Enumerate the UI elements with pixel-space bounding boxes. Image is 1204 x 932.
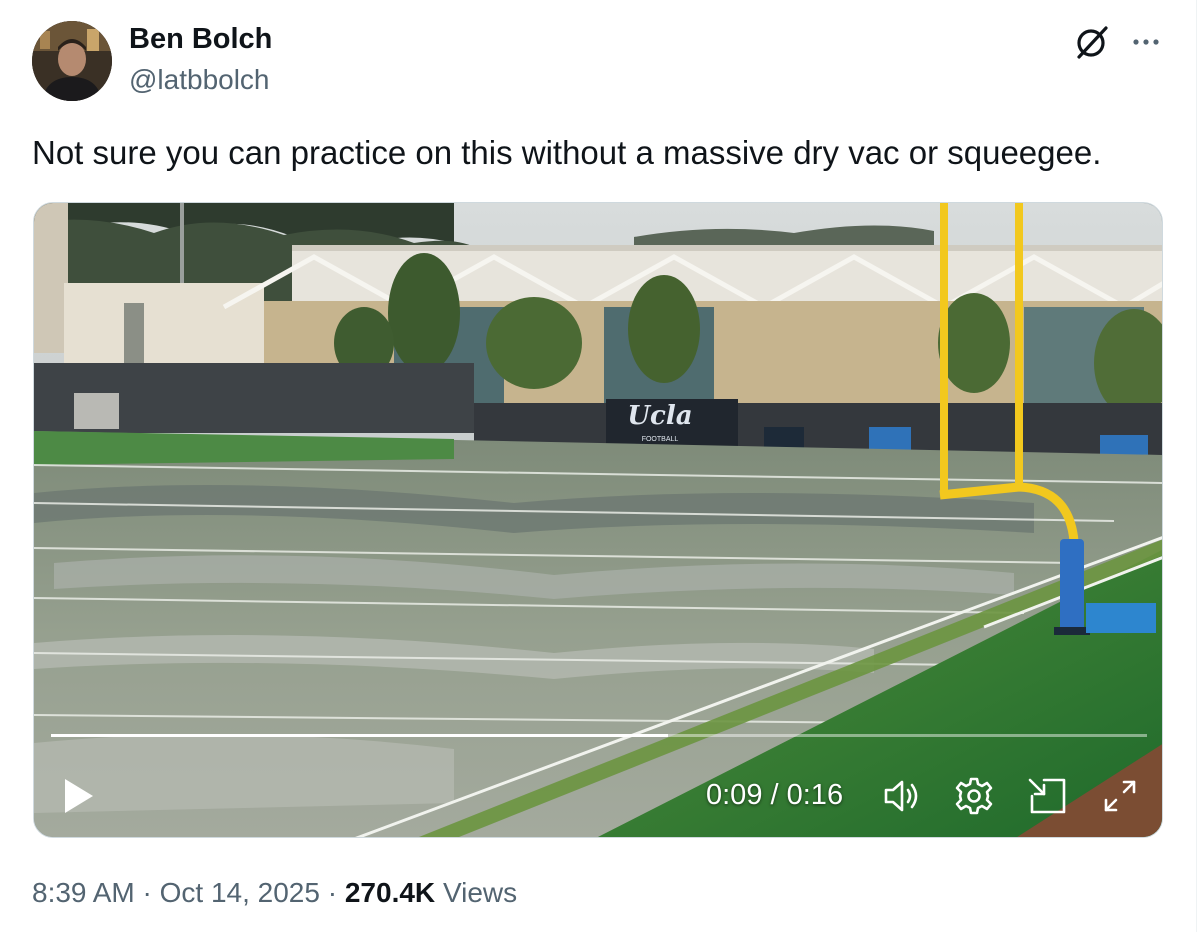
fullscreen-icon[interactable] [1098, 774, 1142, 818]
video-player[interactable]: Ucla FOOTBALL 0:09 / 0:16 [33, 202, 1163, 838]
ucla-sign-text: Ucla [627, 401, 692, 431]
dock-icon[interactable] [1024, 774, 1068, 818]
volume-icon[interactable] [880, 774, 924, 818]
more-icon[interactable] [1124, 22, 1168, 62]
views-label: Views [442, 877, 518, 908]
meta-dot: · [134, 877, 160, 908]
author-name[interactable]: Ben Bolch [129, 23, 272, 56]
current-time: 0:09 [706, 779, 763, 811]
grok-icon[interactable] [1070, 22, 1114, 62]
settings-icon[interactable] [952, 774, 996, 818]
time-separator: / [762, 779, 787, 811]
tweet-text: Not sure you can practice on this withou… [32, 134, 1102, 171]
tweet-meta: 8:39 AM · Oct 14, 2025 · 270.4K Views [32, 877, 517, 909]
ucla-sign-subtext: FOOTBALL [642, 436, 679, 443]
progress-fill [51, 734, 668, 737]
video-frame: Ucla FOOTBALL [34, 203, 1162, 837]
post-date[interactable]: Oct 14, 2025 [160, 877, 320, 908]
column-divider [1196, 0, 1197, 932]
post-time[interactable]: 8:39 AM [32, 877, 135, 908]
author-handle[interactable]: @latbbolch [129, 64, 270, 96]
duration: 0:16 [786, 779, 844, 811]
avatar[interactable] [32, 21, 112, 101]
meta-dot: · [319, 877, 345, 908]
video-time: 0:09 / 0:16 [706, 779, 843, 812]
views-count: 270.4K [344, 877, 436, 908]
play-icon[interactable] [56, 774, 100, 818]
progress-bar[interactable] [51, 734, 1147, 737]
